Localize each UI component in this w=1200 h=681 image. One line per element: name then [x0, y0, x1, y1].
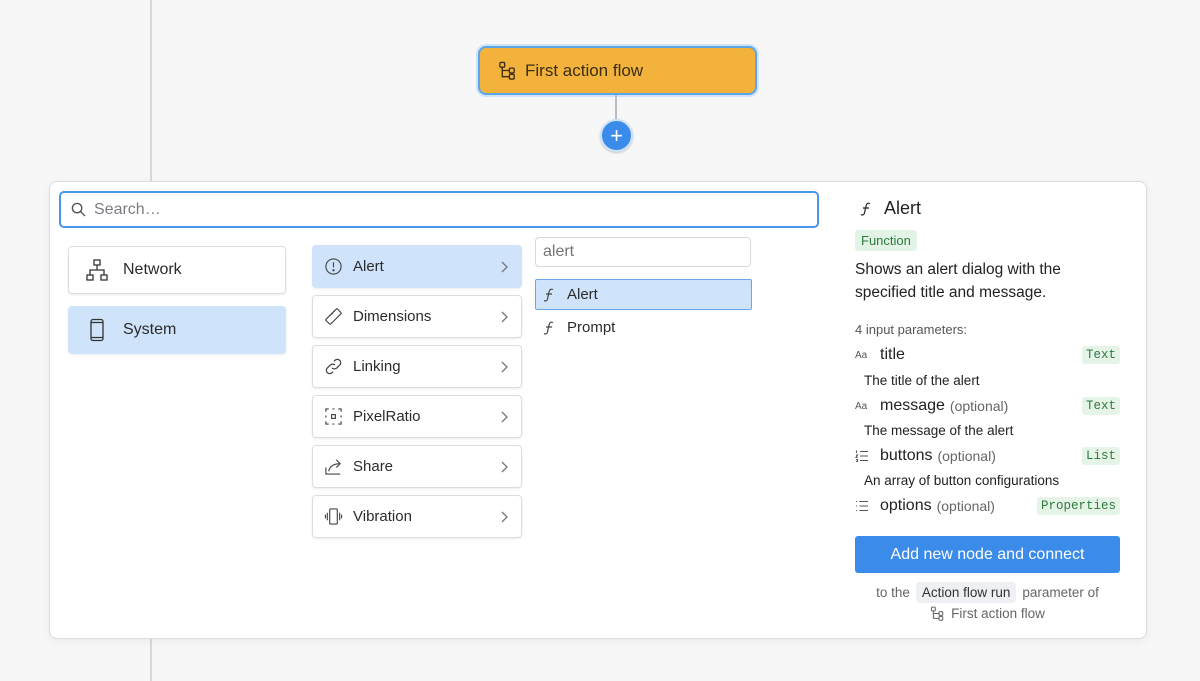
param-optional: (optional)	[949, 398, 1009, 414]
param-buttons: buttons (optional) List	[855, 445, 1120, 467]
module-pixelratio[interactable]: PixelRatio	[312, 395, 522, 438]
note-suffix: parameter of	[1022, 585, 1099, 600]
function-icon	[543, 288, 554, 302]
module-label: Dimensions	[353, 308, 432, 325]
note-prefix: to the	[876, 585, 910, 600]
detail-title-text: Alert	[884, 198, 922, 218]
module-label: Linking	[353, 358, 401, 375]
pixel-ratio-icon	[325, 408, 342, 425]
function-detail-pane: Alert Function Shows an alert dialog wit…	[855, 182, 1125, 640]
param-optional: (optional)	[936, 498, 995, 514]
connect-note: to the Action flow run parameter of	[855, 582, 1120, 603]
category-system[interactable]: System	[68, 306, 286, 354]
detail-description: Shows an alert dialog with the specified…	[855, 261, 1061, 301]
chevron-right-icon	[501, 261, 508, 273]
node-picker-panel: Network System Alert Dimensions Linking	[49, 181, 1147, 639]
param-name: title	[880, 346, 905, 363]
param-type-badge: Properties	[1036, 497, 1120, 515]
function-alert[interactable]: Alert	[535, 279, 752, 310]
param-description: The title of the alert	[864, 373, 980, 388]
module-label: Alert	[353, 258, 384, 275]
function-label: Prompt	[567, 319, 616, 336]
param-name: buttons	[880, 447, 933, 464]
action-flow-node[interactable]: First action flow	[478, 46, 757, 95]
chevron-right-icon	[501, 411, 508, 423]
properties-list-icon	[856, 500, 868, 512]
category-label: System	[123, 321, 177, 338]
param-title: Aa title Text	[855, 344, 1120, 366]
param-description: The message of the alert	[864, 423, 1014, 438]
function-label: Alert	[567, 286, 598, 303]
search-icon	[71, 202, 86, 217]
chevron-right-icon	[501, 461, 508, 473]
category-network[interactable]: Network	[68, 246, 286, 294]
vibration-icon	[324, 508, 343, 525]
plus-icon: +	[610, 122, 623, 148]
target-flow-name: First action flow	[951, 606, 1045, 621]
param-options: options (optional) Properties	[855, 495, 1120, 517]
param-name: message	[880, 397, 945, 414]
share-icon	[325, 459, 341, 475]
link-icon	[325, 358, 342, 375]
flow-tree-icon	[931, 606, 944, 621]
detail-title: Alert	[858, 198, 921, 219]
connect-target: First action flow	[855, 606, 1120, 621]
chevron-right-icon	[501, 361, 508, 373]
module-dimensions[interactable]: Dimensions	[312, 295, 522, 338]
network-icon	[86, 259, 108, 281]
param-message: Aa message (optional) Text	[855, 395, 1120, 417]
alert-circle-icon	[325, 258, 342, 275]
action-flow-label: First action flow	[525, 60, 644, 80]
param-type-badge: Text	[1081, 346, 1120, 364]
node-connector	[615, 95, 617, 121]
module-label: PixelRatio	[353, 408, 421, 425]
module-label: Vibration	[353, 508, 412, 525]
function-icon	[543, 321, 554, 335]
param-type-badge: List	[1081, 447, 1120, 465]
chevron-right-icon	[501, 511, 508, 523]
text-type-icon: Aa	[855, 349, 868, 361]
module-alert[interactable]: Alert	[312, 245, 522, 288]
function-prompt[interactable]: Prompt	[535, 312, 752, 343]
device-icon	[90, 318, 104, 342]
add-node-and-connect-button[interactable]: Add new node and connect	[855, 536, 1120, 573]
add-node-button[interactable]: +	[600, 119, 633, 152]
function-badge: Function	[855, 230, 917, 251]
ordered-list-icon	[855, 450, 868, 463]
ruler-icon	[325, 308, 342, 325]
function-filter-input[interactable]	[535, 237, 751, 267]
module-label: Share	[353, 458, 394, 475]
param-optional: (optional)	[937, 448, 996, 464]
module-share[interactable]: Share	[312, 445, 522, 488]
search-input[interactable]	[94, 200, 774, 219]
param-count: 4 input parameters:	[855, 322, 968, 337]
function-icon	[860, 202, 871, 216]
parameter-chip: Action flow run	[915, 582, 1017, 603]
param-description: An array of button configurations	[864, 473, 1060, 488]
module-vibration[interactable]: Vibration	[312, 495, 522, 538]
param-name: options	[880, 497, 932, 514]
module-linking[interactable]: Linking	[312, 345, 522, 388]
flow-tree-icon	[499, 61, 515, 80]
param-type-badge: Text	[1081, 397, 1120, 415]
search-box[interactable]	[59, 191, 819, 228]
chevron-right-icon	[501, 311, 508, 323]
text-type-icon: Aa	[855, 400, 868, 412]
category-label: Network	[123, 261, 182, 278]
